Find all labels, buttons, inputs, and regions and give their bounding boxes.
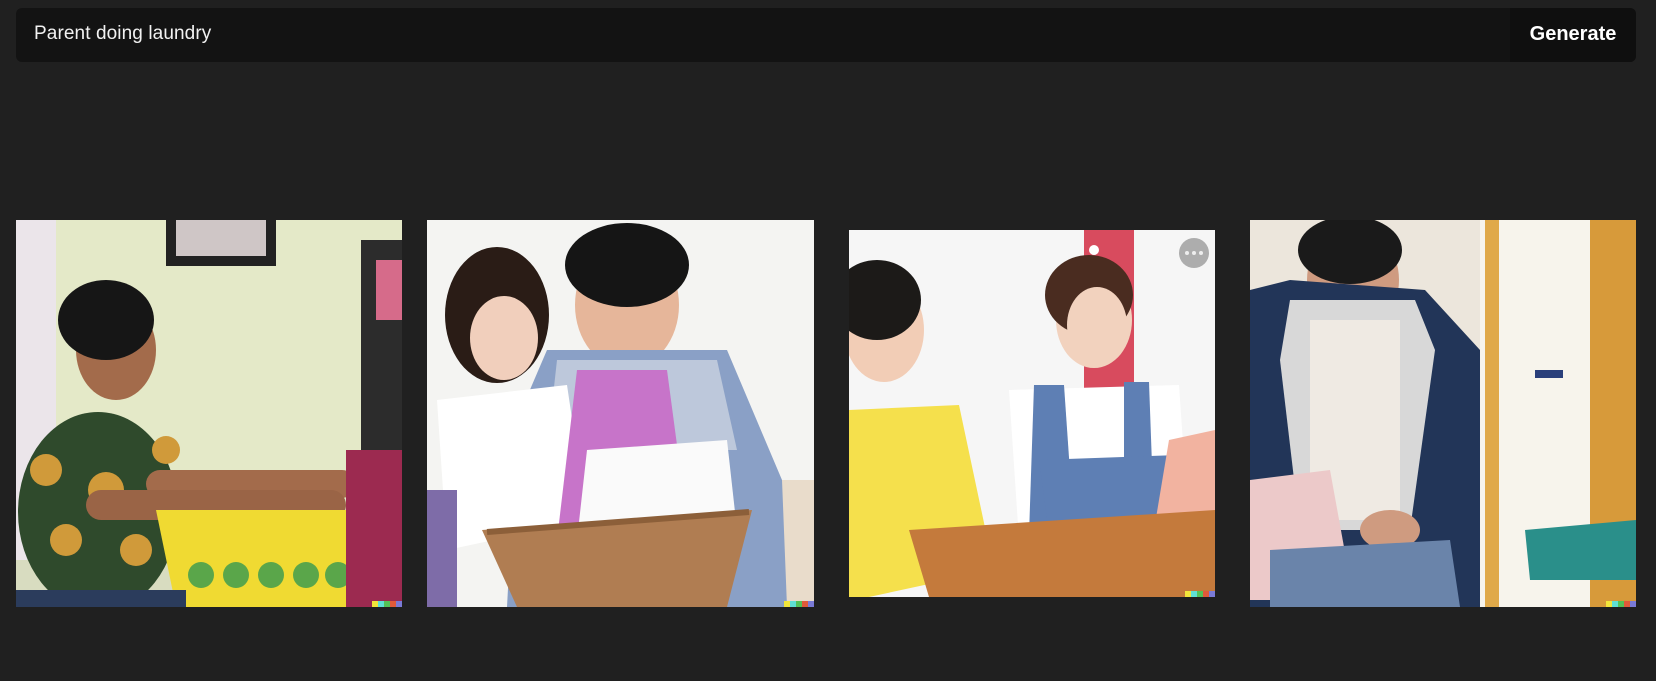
signature-strip [1606,601,1636,607]
prompt-bar: Parent doing laundry Generate [16,8,1636,62]
result-image-1[interactable] [16,220,402,607]
result-image-3[interactable] [849,230,1215,597]
result-image-2[interactable] [427,220,814,607]
signature-strip [1185,591,1215,597]
laundry-photo-4 [1250,220,1636,607]
laundry-photo-1 [16,220,402,607]
generate-button[interactable]: Generate [1510,8,1636,62]
signature-strip [372,601,402,607]
more-options-icon[interactable] [1179,238,1209,268]
laundry-photo-3 [849,230,1215,597]
laundry-photo-2 [427,220,814,607]
result-image-4[interactable] [1250,220,1636,607]
prompt-input[interactable]: Parent doing laundry [34,8,211,62]
signature-strip [784,601,814,607]
